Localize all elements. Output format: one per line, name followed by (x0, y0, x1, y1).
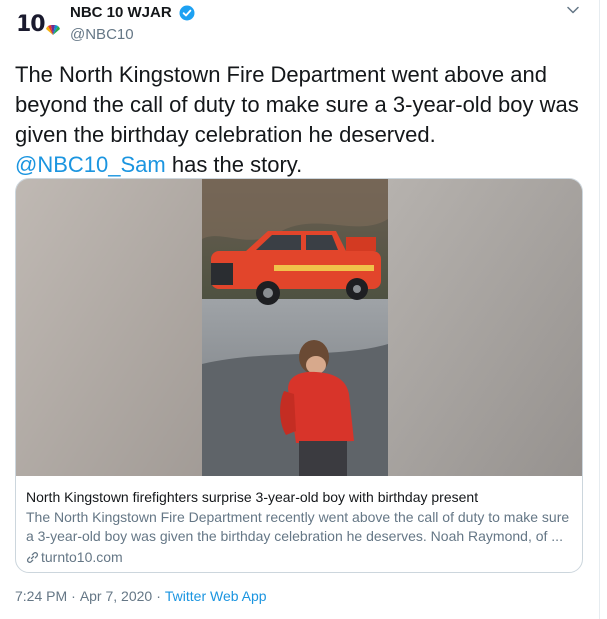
card-domain-text: turnto10.com (41, 549, 123, 565)
avatar[interactable]: 10 (15, 6, 63, 54)
link-card[interactable]: North Kingstown firefighters surprise 3-… (15, 178, 583, 573)
tweet-date[interactable]: Apr 7, 2020 (80, 588, 152, 604)
tweet-meta: 7:24 PM · Apr 7, 2020 · Twitter Web App (15, 588, 267, 604)
link-icon (27, 552, 38, 563)
card-image[interactable] (16, 179, 582, 476)
avatar-logo-text: 10 (16, 12, 46, 37)
card-thumbnail-image (16, 179, 582, 476)
card-description: The North Kingstown Fire Department rece… (26, 509, 570, 544)
mention-link[interactable]: @NBC10_Sam (15, 152, 166, 177)
display-name[interactable]: NBC 10 WJAR (70, 4, 172, 21)
author-info: NBC 10 WJAR @NBC10 (70, 4, 195, 43)
chevron-down-icon[interactable] (567, 6, 579, 14)
verified-badge-icon (179, 5, 195, 21)
meta-separator: · (71, 588, 76, 604)
tweet-text: The North Kingstown Fire Department went… (15, 60, 585, 180)
peacock-logo-icon (46, 25, 60, 35)
tweet-source-link[interactable]: Twitter Web App (165, 588, 267, 604)
card-info: North Kingstown firefighters surprise 3-… (16, 476, 582, 567)
meta-separator: · (156, 588, 161, 604)
tweet-text-body: The North Kingstown Fire Department went… (15, 62, 579, 147)
user-handle[interactable]: @NBC10 (70, 26, 195, 43)
card-title: North Kingstown firefighters surprise 3-… (26, 489, 479, 505)
tweet: 10 NBC 10 WJAR @NBC10 The North Kingstow… (0, 0, 600, 619)
tweet-time[interactable]: 7:24 PM (15, 588, 67, 604)
card-domain: turnto10.com (26, 548, 574, 567)
tweet-text-tail: has the story. (165, 152, 303, 177)
